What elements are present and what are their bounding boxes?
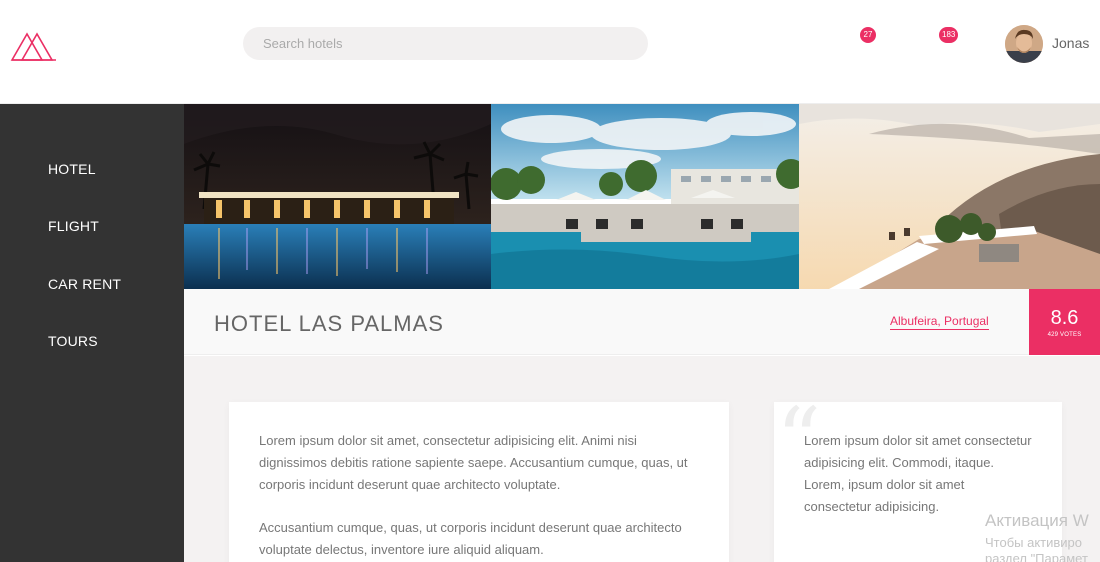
description-paragraph: Lorem ipsum dolor sit amet, consectetur … (259, 433, 688, 492)
top-header: 27 183 Jonas (0, 0, 1100, 104)
avatar[interactable] (1005, 25, 1043, 63)
sidebar-item-tours[interactable]: TOURS (48, 333, 98, 349)
description-card: Lorem ipsum dolor sit amet, consectetur … (229, 402, 729, 562)
rating-count: 429 VOTES (1047, 332, 1082, 338)
search-input[interactable] (243, 27, 648, 60)
watermark-line: Чтобы активиро (985, 535, 1083, 550)
rating-average: 8.6 (1050, 307, 1079, 329)
chat-count-badge: 183 (939, 27, 959, 43)
watermark-title: Активация W (985, 511, 1089, 530)
logo-mountains-icon[interactable] (10, 28, 58, 62)
sidebar-item-car-rent[interactable]: CAR RENT (48, 276, 121, 292)
photo-gallery (184, 104, 1100, 289)
user-photo (1005, 25, 1043, 63)
sidebar-item-hotel[interactable]: HOTEL (48, 161, 96, 177)
review-text: Lorem ipsum dolor sit amet consectetur a… (804, 433, 1032, 514)
coastal-terrace-photo[interactable] (799, 104, 1100, 289)
location-link[interactable]: Albufeira, Portugal (890, 314, 989, 330)
sidebar-item-flight[interactable]: FLIGHT (48, 218, 99, 234)
rating-box: 8.6 429 VOTES (1029, 289, 1100, 355)
user-name[interactable]: Jonas (1052, 35, 1089, 51)
bookmark-count-badge: 27 (860, 27, 876, 43)
sidebar: HOTEL FLIGHT CAR RENT TOURS (0, 104, 184, 562)
hotel-overview-bar: HOTEL LAS PALMAS Albufeira, Portugal 8.6… (184, 289, 1100, 355)
hotel-night-pool-photo[interactable] (184, 104, 491, 289)
hotel-day-pool-photo[interactable] (491, 104, 799, 289)
hotel-name-heading: HOTEL LAS PALMAS (214, 311, 444, 336)
description-paragraph: Accusantium cumque, quas, ut corporis in… (259, 520, 682, 557)
watermark-line: раздел "Парамет (985, 551, 1088, 562)
hotel-details: Lorem ipsum dolor sit amet, consectetur … (184, 356, 1100, 562)
windows-activation-watermark: Активация W Чтобы активиро раздел "Парам… (985, 511, 1089, 562)
